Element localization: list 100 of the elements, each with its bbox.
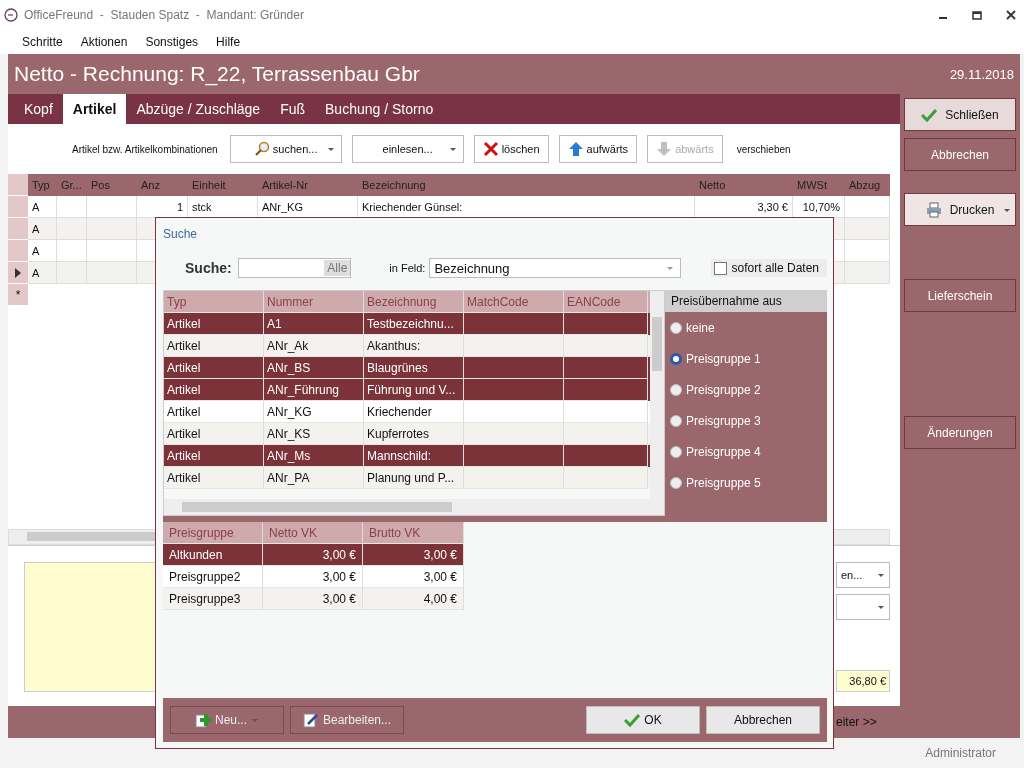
printer-icon [925, 201, 942, 218]
document-title: Netto - Rechnung: R_22, Terrassenbau Gbr [14, 62, 420, 86]
radio-label[interactable]: Preisgruppe 3 [686, 413, 761, 428]
column-header[interactable]: Gr... [57, 174, 87, 196]
next-link[interactable]: eiter >> [836, 715, 877, 729]
price-row[interactable]: Preisgruppe2 3,00 € 3,00 € [163, 566, 464, 588]
dialog-button[interactable]: OK [586, 706, 700, 734]
table-cell: A [28, 218, 57, 240]
menu-item[interactable]: Aktionen [80, 35, 128, 49]
all-button[interactable]: Alle [324, 260, 351, 276]
column-header[interactable]: MWSt [793, 174, 845, 196]
check-icon [624, 712, 641, 728]
radio-label[interactable]: keine [686, 320, 715, 335]
field-label: in Feld: [389, 262, 426, 274]
toolbar-button[interactable]: suchen... [229, 135, 342, 163]
search-icon [253, 141, 270, 157]
dialog-button[interactable]: Abbrechen [706, 706, 820, 734]
caret-icon [665, 265, 674, 271]
toolbar-button[interactable]: löschen [473, 135, 549, 163]
radio-button[interactable] [670, 476, 682, 489]
tab[interactable]: Buchung / Storno [315, 94, 444, 124]
sidebar-button[interactable]: Lieferschein [904, 279, 1016, 312]
table-cell [845, 262, 890, 284]
menu-item[interactable]: Hilfe [216, 35, 241, 49]
toolbar-button[interactable]: einlesen... [351, 135, 464, 163]
column-header[interactable]: Artikel-Nr [258, 174, 358, 196]
toolbar-label: verschieben [736, 143, 791, 155]
field-dropdown[interactable]: Bezeichnung [429, 258, 681, 278]
radio-button[interactable] [670, 352, 682, 365]
edit-icon [302, 712, 319, 728]
total-field: 36,80 € [836, 670, 890, 692]
document-date: 29.11.2018 [949, 66, 1014, 82]
panel-title: Preisübernahme aus [665, 290, 827, 312]
plus-icon [195, 712, 211, 728]
result-row[interactable]: Artikel ANr_Ms Mannschild: [164, 445, 650, 467]
splitter-handle[interactable] [163, 516, 827, 522]
app-logo-icon [4, 8, 18, 22]
close-icon[interactable] [1006, 10, 1016, 20]
result-row[interactable]: Artikel A1 Testbezeichnu... [164, 313, 650, 335]
menu-item[interactable]: Schritte [22, 35, 63, 49]
sidebar-button[interactable]: Schließen [904, 98, 1016, 131]
table-cell: A [28, 262, 57, 284]
arrow-up-icon [567, 141, 584, 157]
table-cell [87, 262, 137, 284]
sidebar-button[interactable]: Änderungen [904, 416, 1016, 449]
column-header[interactable]: Abzug [845, 174, 890, 196]
column-header[interactable]: Pos [87, 174, 137, 196]
horizontal-scrollbar[interactable] [164, 499, 650, 515]
caret-icon [448, 147, 457, 152]
column-header[interactable]: Einheit [188, 174, 258, 196]
result-row[interactable]: Artikel ANr_BS Blaugrünes [164, 357, 650, 379]
vertical-scrollbar[interactable] [650, 291, 664, 515]
table-cell [845, 218, 890, 240]
search-label: Suche: [185, 260, 232, 276]
result-row[interactable]: Artikel ANr_KS Kupferrotes [164, 423, 650, 445]
radio-label[interactable]: Preisgruppe 1 [686, 351, 761, 366]
dialog-button[interactable]: Neu... [170, 706, 284, 734]
tab[interactable]: Abzüge / Zuschläge [126, 94, 271, 124]
caret-icon [877, 604, 885, 610]
caret-icon [326, 147, 335, 152]
result-row[interactable]: Artikel ANr_KG Kriechender [164, 401, 650, 423]
result-row[interactable]: Artikel ANr_PA Planung und P... [164, 467, 650, 489]
column-header[interactable]: Anz [137, 174, 188, 196]
tab[interactable]: Fuß [270, 94, 316, 124]
dropdown[interactable]: en... [836, 562, 890, 588]
toolbar-button[interactable]: aufwärts [558, 135, 638, 163]
check-icon [921, 106, 938, 123]
radio-button[interactable] [670, 383, 682, 396]
toolbar-label: Artikel bzw. Artikelkombinationen [72, 143, 218, 155]
radio-button[interactable] [670, 321, 682, 334]
radio-label[interactable]: Preisgruppe 4 [686, 444, 761, 459]
row-selector[interactable] [8, 262, 28, 284]
column-header[interactable]: Typ [28, 174, 57, 196]
result-row[interactable]: Artikel ANr_Führung Führung und V... [164, 379, 650, 401]
table-cell [57, 218, 87, 240]
column-header[interactable]: Netto [695, 174, 793, 196]
radio-button[interactable] [670, 414, 682, 427]
dialog-button[interactable]: Bearbeiten... [290, 706, 404, 734]
dialog-title: Suche [163, 227, 199, 241]
column-header[interactable]: Bezeichnung [358, 174, 695, 196]
radio-label[interactable]: Preisgruppe 5 [686, 475, 761, 490]
result-row[interactable]: Artikel ANr_Ak Akanthus: [164, 335, 650, 357]
sidebar-button[interactable]: Abbrechen [904, 138, 1016, 171]
window-title: OfficeFreund - Stauden Spatz - Mandant: Gründer [24, 8, 304, 22]
search-field[interactable]: Alle [237, 258, 352, 278]
menu-item[interactable]: Sonstiges [145, 35, 199, 49]
status-user: Administrator [925, 746, 996, 760]
radio-button[interactable] [670, 445, 682, 458]
caret-icon [877, 572, 885, 578]
instant-checkbox[interactable]: sofort alle Daten [710, 259, 827, 277]
price-row[interactable]: Preisgruppe3 3,00 € 4,00 € [163, 588, 464, 610]
sidebar-button[interactable]: Drucken [904, 193, 1016, 226]
radio-label[interactable]: Preisgruppe 2 [686, 382, 761, 397]
price-row[interactable]: Altkunden 3,00 € 3,00 € [163, 544, 464, 566]
table-cell [57, 262, 87, 284]
new-row-marker: * [8, 284, 28, 306]
tab[interactable]: Artikel [62, 94, 127, 124]
maximize-icon[interactable] [972, 10, 982, 20]
tab[interactable]: Kopf [14, 94, 63, 124]
table-cell [87, 218, 137, 240]
